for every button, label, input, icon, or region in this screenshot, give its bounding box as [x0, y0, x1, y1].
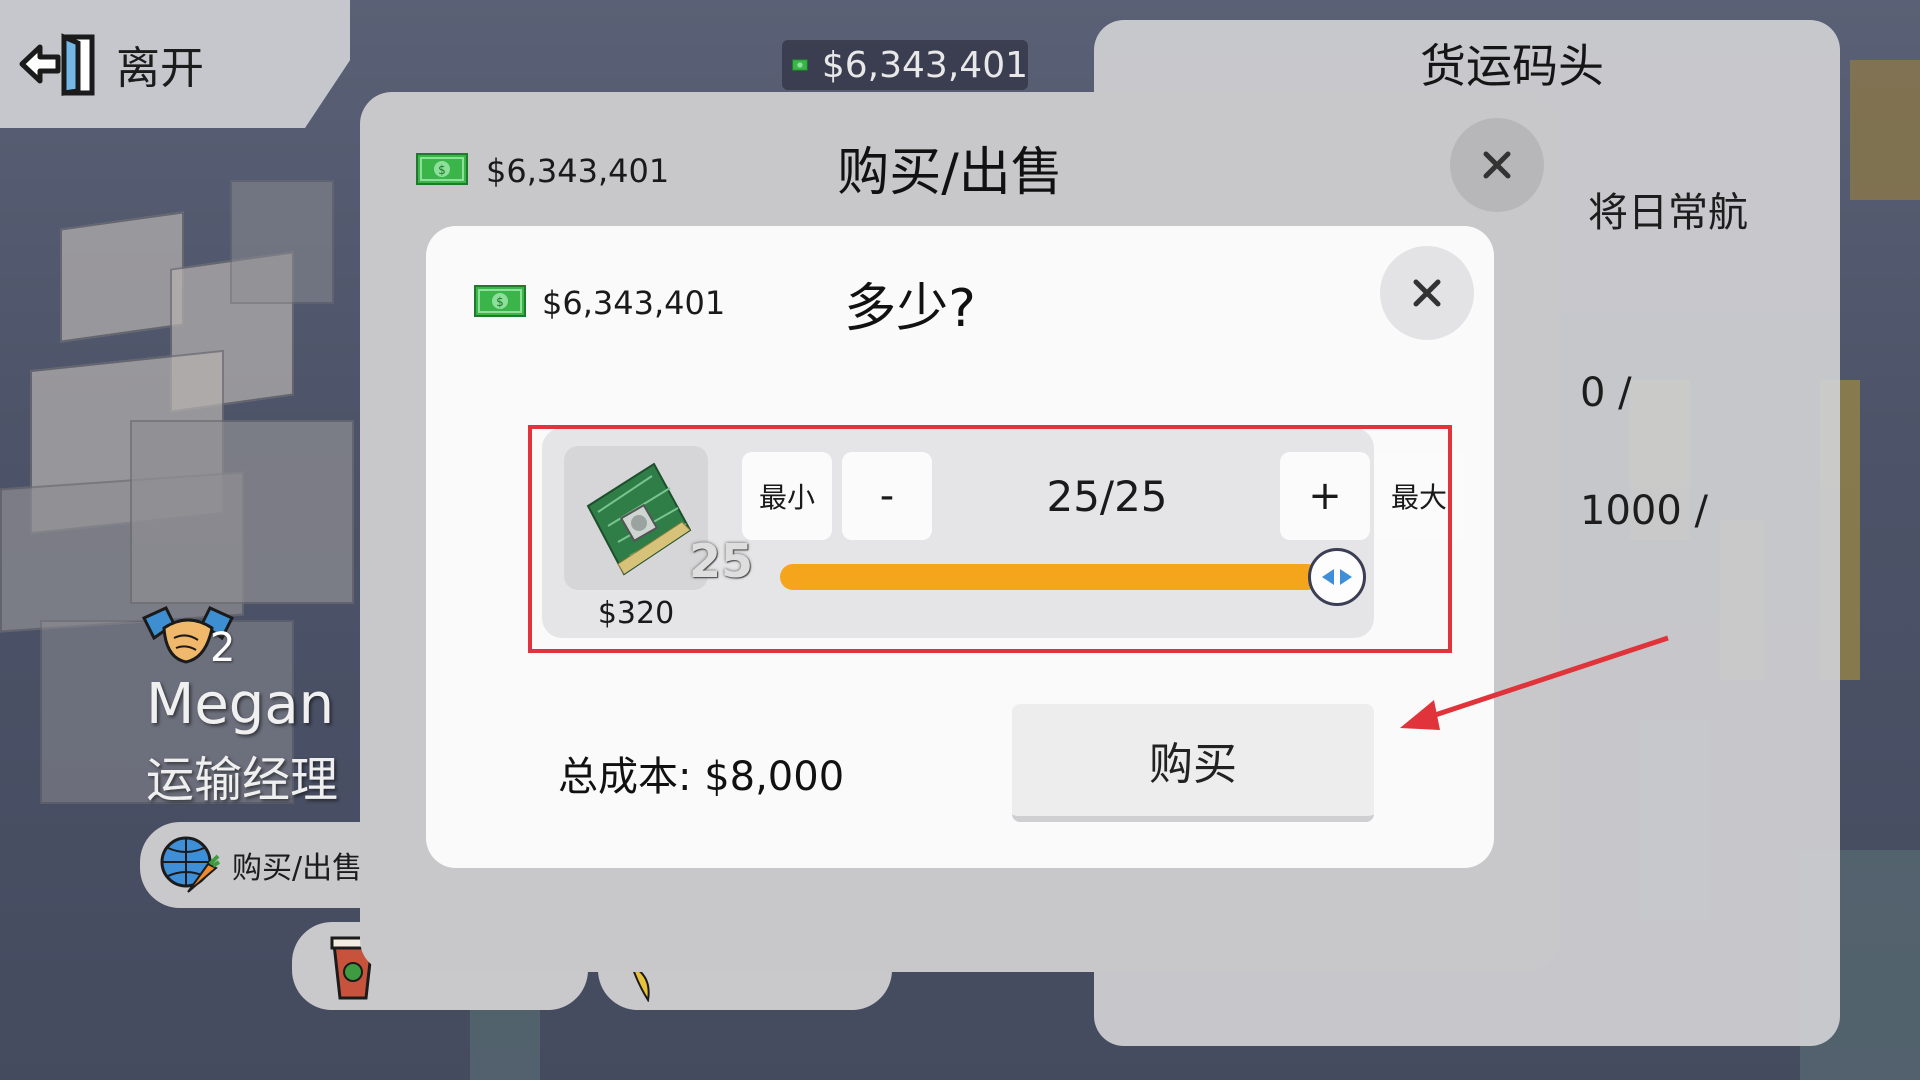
- right-panel-line-1: 将日常航: [1588, 190, 1748, 236]
- buy-sell-title: 购买/出售: [837, 143, 1063, 203]
- total-cost: 总成本: $8,000: [558, 754, 845, 800]
- quantity-title: 多少?: [844, 279, 976, 339]
- globe-carrot-icon: [160, 836, 220, 893]
- exit-button[interactable]: 离开: [0, 0, 350, 128]
- close-buy-sell-button[interactable]: [1450, 118, 1544, 212]
- buy-sell-menu-label: 购买/出售: [232, 851, 363, 886]
- buy-button[interactable]: 购买: [1012, 704, 1374, 822]
- exit-label: 离开: [116, 43, 204, 94]
- right-panel-line-3: ：1000 /: [1540, 488, 1708, 534]
- npc-role: 运输经理: [146, 752, 339, 808]
- top-balance-display: $6,343,401: [782, 40, 1028, 90]
- handshake-count: 2: [210, 625, 236, 671]
- annotation-arrow-icon: [1400, 635, 1669, 730]
- close-icon: [1413, 279, 1441, 307]
- cash-icon: [792, 59, 808, 71]
- exit-door-icon: [19, 33, 95, 96]
- top-balance-value: $6,343,401: [821, 44, 1028, 86]
- right-panel-title: 货运码头: [1420, 39, 1604, 93]
- selector-highlight-annotation: [528, 425, 1452, 653]
- close-quantity-button[interactable]: [1380, 246, 1474, 340]
- close-icon: [1483, 151, 1511, 179]
- npc-name: Megan: [146, 672, 335, 737]
